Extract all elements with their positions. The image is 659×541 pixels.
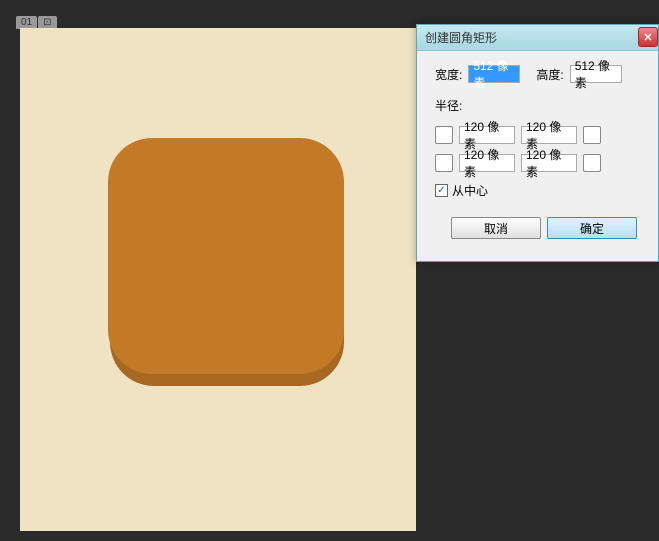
dialog-buttons: 取消 确定: [435, 217, 658, 239]
link-toggle-right[interactable]: [583, 126, 601, 144]
dimensions-row: 宽度: 512 像素 高度: 512 像素: [435, 65, 658, 83]
dialog-title: 创建圆角矩形: [425, 29, 497, 46]
radius-top-right-input[interactable]: 120 像素: [521, 126, 577, 144]
radius-bottom-right-input[interactable]: 120 像素: [521, 154, 577, 172]
rounded-rectangle-shape[interactable]: [108, 138, 344, 374]
cancel-button[interactable]: 取消: [451, 217, 541, 239]
workspace: 01 ⊡ 创建圆角矩形 ✕ 宽度: 512 像素 高度: 512 像素 半径: …: [0, 0, 659, 541]
radius-top-left-input[interactable]: 120 像素: [459, 126, 515, 144]
dialog-titlebar[interactable]: 创建圆角矩形 ✕: [417, 25, 658, 51]
height-label: 高度:: [536, 66, 563, 83]
canvas[interactable]: [20, 28, 416, 531]
dialog-body: 宽度: 512 像素 高度: 512 像素 半径: 120 像素 120 像素 …: [417, 51, 658, 239]
link-toggle-right[interactable]: [583, 154, 601, 172]
width-label: 宽度:: [435, 66, 462, 83]
height-input[interactable]: 512 像素: [570, 65, 622, 83]
ok-button[interactable]: 确定: [547, 217, 637, 239]
link-toggle-left[interactable]: [435, 126, 453, 144]
link-toggle-left[interactable]: [435, 154, 453, 172]
close-icon: ✕: [643, 31, 652, 44]
from-center-checkbox[interactable]: ✓: [435, 184, 448, 197]
width-input[interactable]: 512 像素: [468, 65, 520, 83]
radius-bottom-left-input[interactable]: 120 像素: [459, 154, 515, 172]
radius-bottom-row: 120 像素 120 像素: [435, 154, 658, 172]
from-center-row: ✓ 从中心: [435, 182, 658, 199]
from-center-label: 从中心: [452, 182, 488, 199]
create-rounded-rect-dialog: 创建圆角矩形 ✕ 宽度: 512 像素 高度: 512 像素 半径: 120 像…: [416, 24, 659, 262]
radius-section-label: 半径:: [435, 97, 658, 114]
close-button[interactable]: ✕: [638, 27, 658, 47]
radius-top-row: 120 像素 120 像素: [435, 126, 658, 144]
